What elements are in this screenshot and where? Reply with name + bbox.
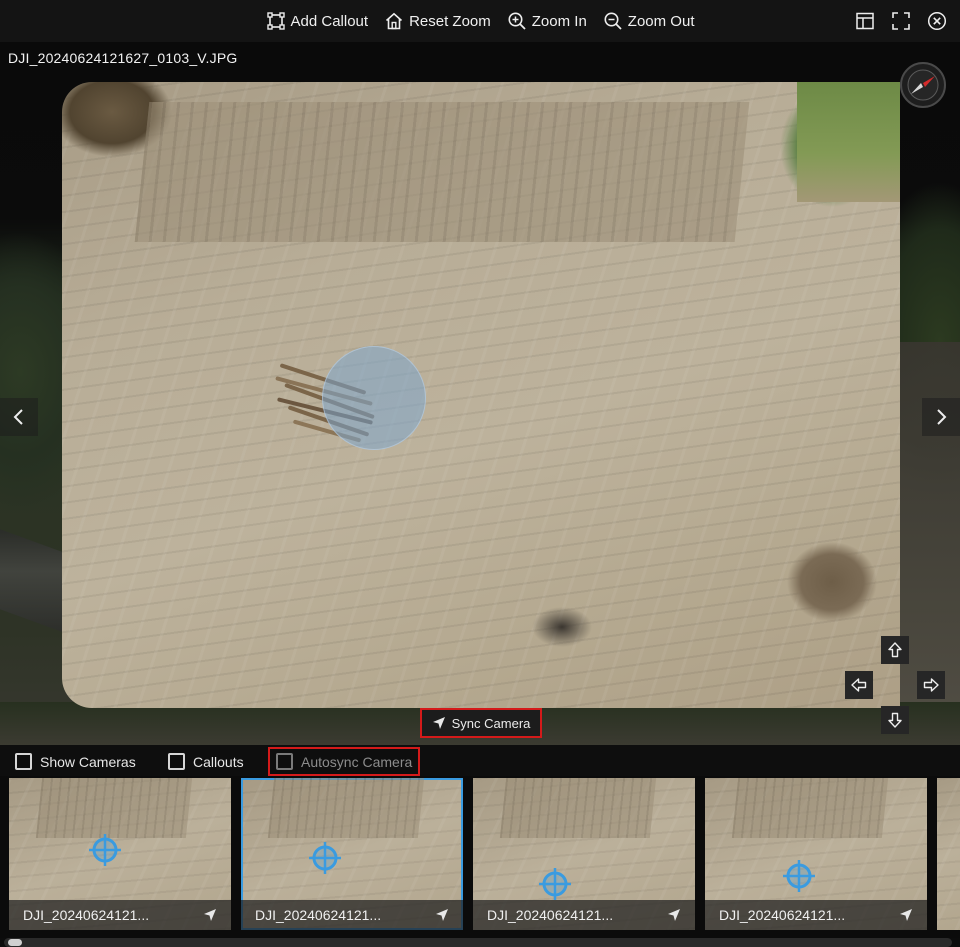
camera-footprint-marker[interactable] <box>322 346 426 450</box>
fullscreen-button[interactable] <box>890 10 912 32</box>
thumbnail-label: DJI_20240624121... <box>255 907 382 923</box>
thumbnail-terrain <box>499 778 657 838</box>
thumbnail-item[interactable]: DJI_20240624121... <box>9 778 231 930</box>
thumbnail-caption: DJI_20240624121... <box>241 900 463 930</box>
photo-terrain <box>134 102 750 242</box>
previous-image-button[interactable] <box>0 398 38 436</box>
zoom-out-button[interactable]: Zoom Out <box>603 6 695 36</box>
close-icon <box>927 11 947 31</box>
pan-up-button[interactable] <box>881 636 909 664</box>
fullscreen-icon <box>892 12 910 30</box>
navigation-arrow-icon <box>432 717 445 729</box>
sync-camera-label: Sync Camera <box>451 715 531 731</box>
thumbnail-strip: DJI_20240624121... DJI_20240624121... DJ… <box>0 776 960 938</box>
thumbnail-caption: DJI_20240624121... <box>705 900 927 930</box>
arrow-right-icon <box>923 678 939 692</box>
reset-zoom-label: Reset Zoom <box>409 12 491 30</box>
zoom-out-icon <box>604 12 622 30</box>
checkbox-box[interactable] <box>168 753 185 770</box>
callouts-label: Callouts <box>193 753 244 770</box>
pan-right-button[interactable] <box>917 671 945 699</box>
thumbnail-scrollbar[interactable] <box>4 938 952 947</box>
layout-toggle-button[interactable] <box>854 10 876 32</box>
thumbnail-label: DJI_20240624121... <box>487 907 614 923</box>
thumbnail-terrain <box>267 778 425 838</box>
checkbox-box[interactable] <box>276 753 293 770</box>
camera-target-icon <box>309 842 341 874</box>
arrow-up-icon <box>888 642 902 658</box>
thumbnail-caption: DJI_20240624121... <box>473 900 695 930</box>
locate-camera-icon[interactable] <box>667 908 681 922</box>
thumbnail-label: DJI_20240624121... <box>719 907 846 923</box>
thumbnail-item-partial[interactable] <box>937 778 960 930</box>
thumbnail-label: DJI_20240624121... <box>23 907 150 923</box>
reset-zoom-button[interactable]: Reset Zoom <box>384 6 491 36</box>
add-callout-label: Add Callout <box>290 12 369 30</box>
zoom-in-label: Zoom In <box>531 12 587 30</box>
toolbar-actions: Add Callout Reset Zoom Zoom In Zoom Out <box>0 0 960 42</box>
next-image-button[interactable] <box>922 398 960 436</box>
viewer-toolbar: Add Callout Reset Zoom Zoom In Zoom Out <box>0 0 960 42</box>
home-icon <box>386 12 403 30</box>
add-callout-button[interactable]: Add Callout <box>266 6 369 36</box>
show-cameras-checkbox[interactable]: Show Cameras <box>15 753 136 770</box>
viewer-options: Show Cameras Callouts Autosync Camera <box>0 745 960 779</box>
pan-down-button[interactable] <box>881 706 909 734</box>
close-button[interactable] <box>926 10 948 32</box>
thumbnail-item[interactable]: DJI_20240624121... <box>705 778 927 930</box>
arrow-down-icon <box>888 712 902 728</box>
zoom-in-icon <box>508 12 526 30</box>
layout-icon <box>856 12 874 30</box>
chevron-left-icon <box>13 409 23 425</box>
window-controls <box>854 0 948 42</box>
photo-terrain <box>797 82 900 202</box>
thumbnail-item[interactable]: DJI_20240624121... <box>473 778 695 930</box>
autosync-camera-label: Autosync Camera <box>301 753 413 770</box>
checkbox-box[interactable] <box>15 753 32 770</box>
locate-camera-icon[interactable] <box>203 908 217 922</box>
zoom-in-button[interactable]: Zoom In <box>507 6 587 36</box>
camera-target-icon <box>783 860 815 892</box>
thumbnail-terrain <box>35 778 193 838</box>
zoom-out-label: Zoom Out <box>627 12 695 30</box>
show-cameras-label: Show Cameras <box>40 753 136 770</box>
thumbnail-item-selected[interactable]: DJI_20240624121... <box>241 778 463 930</box>
camera-target-icon <box>89 834 121 866</box>
compass-button[interactable] <box>900 62 946 108</box>
add-callout-icon <box>266 12 285 30</box>
thumbnail-caption: DJI_20240624121... <box>9 900 231 930</box>
thumbnail-terrain <box>731 778 889 838</box>
pan-left-button[interactable] <box>845 671 873 699</box>
sync-camera-button[interactable]: Sync Camera <box>420 708 542 738</box>
locate-camera-icon[interactable] <box>899 908 913 922</box>
map-road <box>0 529 70 635</box>
scrollbar-thumb[interactable] <box>8 939 22 946</box>
locate-camera-icon[interactable] <box>435 908 449 922</box>
compass-icon <box>907 69 939 101</box>
camera-target-icon <box>539 868 571 900</box>
chevron-right-icon <box>937 409 947 425</box>
image-filename: DJI_20240624121627_0103_V.JPG <box>8 50 238 66</box>
arrow-left-icon <box>851 678 867 692</box>
drone-photo[interactable] <box>62 82 900 708</box>
autosync-camera-checkbox[interactable]: Autosync Camera <box>268 747 421 776</box>
callouts-checkbox[interactable]: Callouts <box>168 753 244 770</box>
